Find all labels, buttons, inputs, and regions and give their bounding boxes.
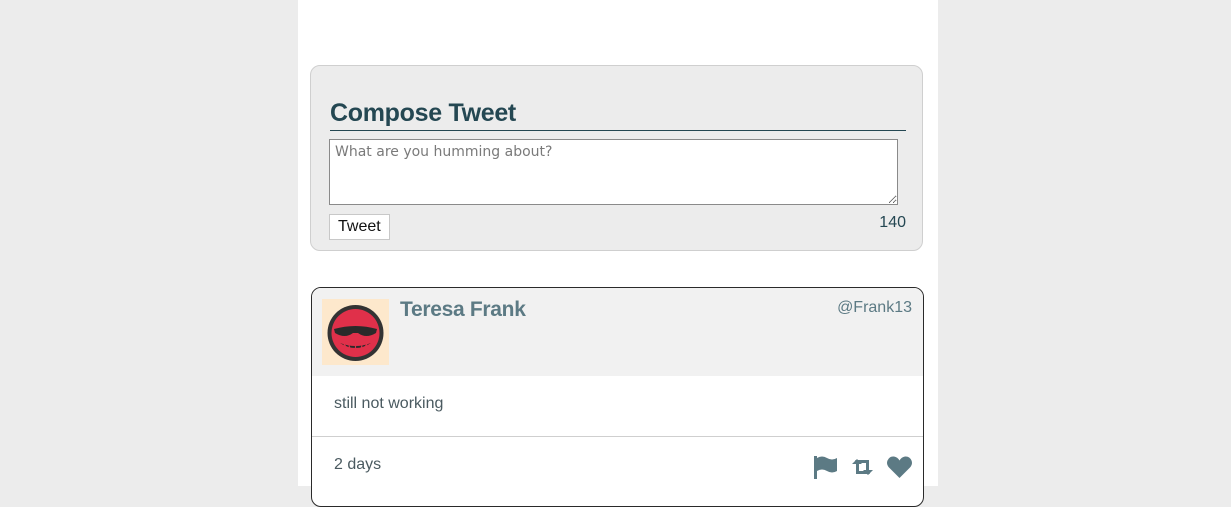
red-sunglasses-face-avatar-icon	[327, 305, 384, 361]
author-name: Teresa Frank	[400, 298, 526, 321]
flag-icon[interactable]	[812, 454, 839, 480]
tweet-text-input[interactable]	[329, 139, 898, 205]
tweet-actions	[812, 454, 913, 480]
tweet-timestamp: 2 days	[334, 456, 382, 473]
main-column: Compose Tweet Tweet 140 Teresa Frank @Fr…	[298, 0, 938, 507]
retweet-icon[interactable]	[849, 454, 876, 480]
tweet-button[interactable]: Tweet	[329, 214, 390, 240]
author-handle: @Frank13	[837, 299, 912, 316]
avatar	[322, 299, 389, 365]
compose-tweet-panel: Compose Tweet Tweet 140	[310, 65, 923, 251]
heart-icon[interactable]	[886, 454, 913, 480]
compose-title: Compose Tweet	[330, 96, 906, 131]
tweet-card: Teresa Frank @Frank13 still not working …	[311, 287, 924, 507]
tweet-text: still not working	[334, 395, 444, 412]
tweet-header: Teresa Frank @Frank13	[312, 288, 923, 376]
character-counter: 140	[879, 214, 906, 231]
tweet-divider	[312, 436, 923, 437]
